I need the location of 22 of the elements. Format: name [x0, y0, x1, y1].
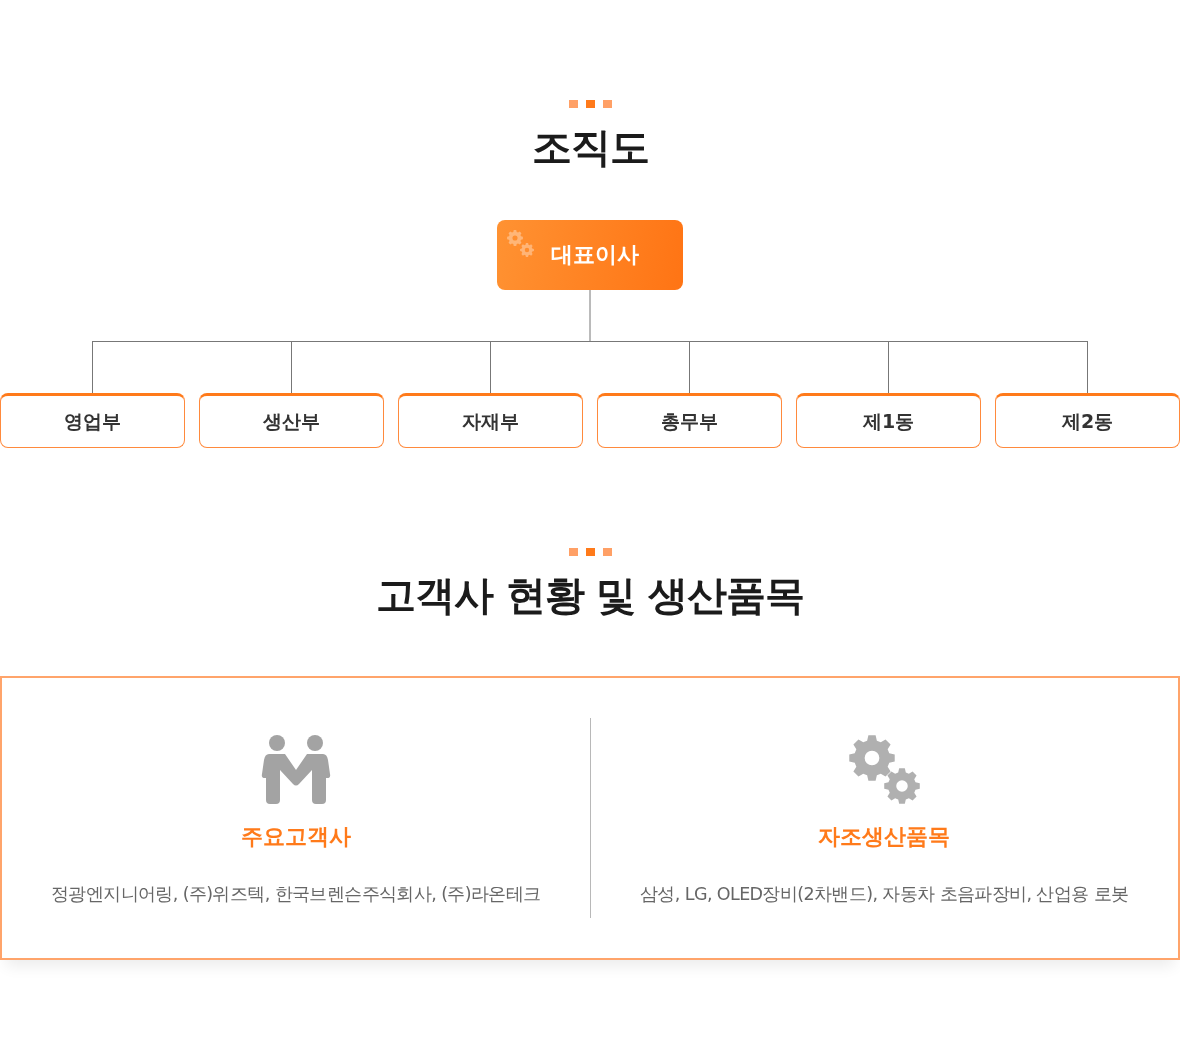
title-marker [568, 100, 578, 108]
department-node: 영업부 [0, 393, 185, 448]
department-node: 생산부 [199, 393, 384, 448]
card-text: 삼성, LG, OLED장비(2차밴드), 자동차 초음파장비, 산업용 로봇 [640, 883, 1129, 906]
department-node: 자재부 [398, 393, 583, 448]
section-title: 고객사 현황 및 생산품목 [375, 571, 805, 620]
department-node: 총무부 [597, 393, 782, 448]
handshake-people-icon [259, 734, 332, 806]
ceo-node: 대표이사 [497, 220, 683, 290]
title-marker [602, 100, 612, 108]
card-heading: 자조생산품목 [818, 823, 951, 851]
department-node: 제2동 [995, 393, 1180, 448]
title-marker [585, 548, 595, 556]
department-node: 제1동 [796, 393, 981, 448]
section-title: 조직도 [531, 123, 649, 172]
gears-icon [848, 734, 921, 806]
title-marker [585, 100, 595, 108]
title-marker [602, 548, 612, 556]
card-text: 정광엔지니어링, (주)위즈텍, 한국브렌슨주식회사, (주)라온테크 [50, 883, 541, 906]
gears-icon [506, 229, 536, 259]
title-marker [568, 548, 578, 556]
card-heading: 주요고객사 [240, 823, 351, 851]
